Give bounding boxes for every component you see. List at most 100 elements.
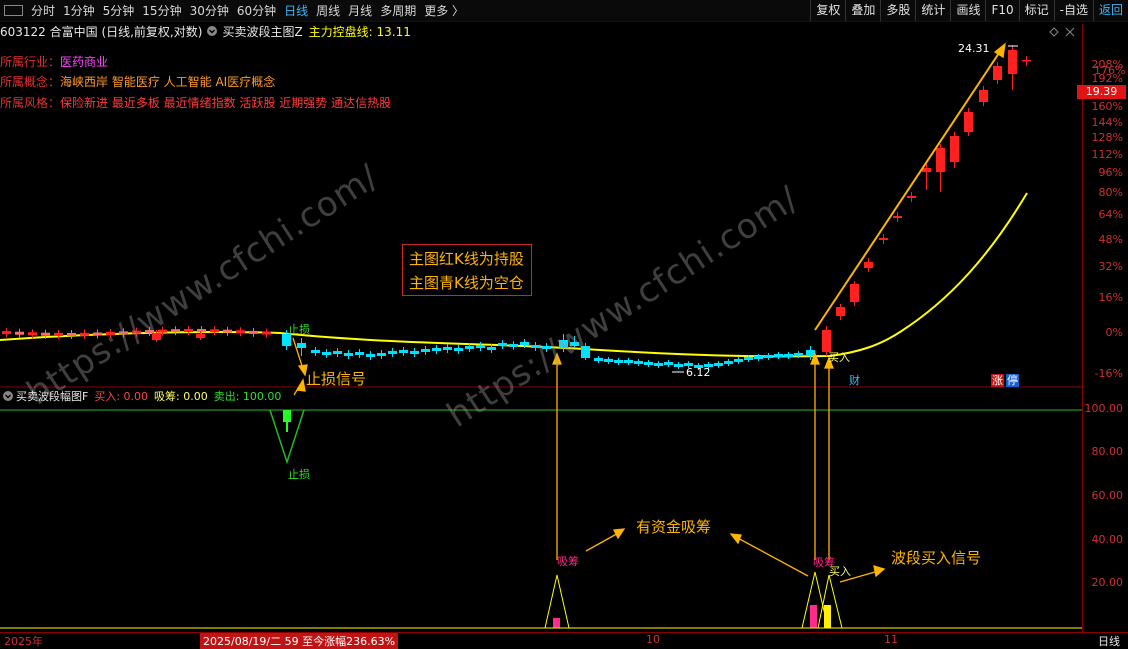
candle-30[interactable] xyxy=(366,354,375,357)
sub-tick-80: 80.00 xyxy=(1091,445,1124,458)
candle-70[interactable] xyxy=(794,353,803,356)
candle-51[interactable] xyxy=(604,359,613,362)
candle-33[interactable] xyxy=(399,350,408,353)
candle-41[interactable] xyxy=(487,347,496,350)
candle-27[interactable] xyxy=(333,351,342,354)
candle-75[interactable] xyxy=(864,262,873,268)
candle-34[interactable] xyxy=(410,351,419,354)
candle-3[interactable] xyxy=(41,332,50,336)
halt-badge[interactable]: 停 xyxy=(1006,374,1019,387)
date-axis: 2025年 2025/08/19/二 59 至今涨幅236.63% 10 11 … xyxy=(0,632,1128,649)
candle-67[interactable] xyxy=(764,355,773,358)
tick-48: 48% xyxy=(1098,233,1123,246)
candle-2[interactable] xyxy=(28,332,37,336)
capital-absorb-annotation: 有资金吸筹 xyxy=(636,518,712,536)
candle-78[interactable] xyxy=(907,196,916,198)
absorb-label-1: 吸筹 xyxy=(557,555,579,568)
candle-31[interactable] xyxy=(377,353,386,356)
candle-15[interactable] xyxy=(197,329,206,333)
candle-28[interactable] xyxy=(344,353,353,356)
buy-signal-annotation: 波段买入信号 xyxy=(891,549,982,567)
tick-160: 160% xyxy=(1091,100,1123,113)
buy-label-sub: 买入 xyxy=(829,565,851,578)
candle-14[interactable] xyxy=(184,329,193,333)
candle-16[interactable] xyxy=(210,329,219,333)
candle-56[interactable] xyxy=(654,363,663,366)
stop-label-main: 止损 xyxy=(288,323,310,336)
candle-76[interactable] xyxy=(879,238,888,240)
candle-55[interactable] xyxy=(644,362,653,365)
candle-65[interactable] xyxy=(744,357,753,360)
candle-42[interactable] xyxy=(498,343,507,346)
candle-86[interactable] xyxy=(1022,60,1031,62)
candle-36[interactable] xyxy=(432,348,441,351)
candle-52[interactable] xyxy=(614,360,623,363)
candle-57[interactable] xyxy=(664,362,673,365)
candle-0[interactable] xyxy=(2,331,11,335)
candle-64[interactable] xyxy=(734,359,743,362)
candle-58[interactable] xyxy=(674,364,683,367)
candle-54[interactable] xyxy=(634,361,643,364)
tick-64: 64% xyxy=(1098,208,1123,221)
candle-82[interactable] xyxy=(964,112,973,132)
candle-18[interactable] xyxy=(236,330,245,334)
settings-circle-icon[interactable] xyxy=(2,390,14,402)
month-11-label: 11 xyxy=(884,633,898,646)
limit-up-badge[interactable]: 涨 xyxy=(991,374,1004,387)
candle-4[interactable] xyxy=(54,332,63,336)
legend-note-box: 主图红K线为持股 主图青K线为空仓 xyxy=(402,244,532,296)
candle-29[interactable] xyxy=(355,352,364,355)
candle-19[interactable] xyxy=(249,330,258,334)
candle-13[interactable] xyxy=(171,329,180,333)
sub-indicator-name[interactable]: 买卖波段幅图F xyxy=(16,388,88,404)
candle-40[interactable] xyxy=(476,345,485,348)
candle-81[interactable] xyxy=(950,136,959,162)
candle-17[interactable] xyxy=(223,329,232,333)
candle-77[interactable] xyxy=(893,216,902,218)
candle-74[interactable] xyxy=(850,284,859,302)
note-line-red: 主图红K线为持股 xyxy=(409,250,524,268)
note-line-cyan: 主图青K线为空仓 xyxy=(409,274,524,292)
tick-112: 112% xyxy=(1091,148,1123,161)
candle-68[interactable] xyxy=(774,354,783,357)
tick-minus16: -16% xyxy=(1094,367,1123,380)
candle-20[interactable] xyxy=(262,331,271,335)
candle-5[interactable] xyxy=(67,332,76,336)
candle-39[interactable] xyxy=(465,346,474,349)
sub-absorb-value: 吸筹: 0.00 xyxy=(154,390,208,403)
candle-83[interactable] xyxy=(979,90,988,102)
low-price-label: 6.12 xyxy=(686,366,711,379)
sub-tick-100: 100.00 xyxy=(1084,402,1124,415)
candle-43[interactable] xyxy=(509,344,518,347)
candle-35[interactable] xyxy=(421,349,430,352)
candle-53[interactable] xyxy=(624,360,633,363)
sub-tick-60: 60.00 xyxy=(1091,489,1124,502)
candle-24[interactable] xyxy=(297,343,306,348)
candle-63[interactable] xyxy=(724,361,733,364)
candle-85[interactable] xyxy=(1008,50,1017,74)
sub-buy-value: 买入: 0.00 xyxy=(94,390,149,403)
candle-1[interactable] xyxy=(15,331,24,335)
sub-indicator-title: 买卖波段幅图F 买入: 0.00 吸筹: 0.00 卖出: 100.00 xyxy=(0,388,281,404)
candle-66[interactable] xyxy=(754,356,763,359)
candle-37[interactable] xyxy=(443,347,452,350)
tick-16: 16% xyxy=(1098,291,1123,304)
stop-label-sub: 止损 xyxy=(288,468,310,481)
candle-73[interactable] xyxy=(836,307,845,316)
tick-144: 144% xyxy=(1091,116,1123,129)
absorb-bar-1 xyxy=(553,618,560,628)
candle-50[interactable] xyxy=(594,358,603,361)
candle-84[interactable] xyxy=(993,66,1002,80)
candle-25[interactable] xyxy=(311,350,320,353)
candle-38[interactable] xyxy=(454,348,463,351)
candle-69[interactable] xyxy=(784,354,793,357)
candle-22[interactable] xyxy=(196,334,205,338)
candle-80[interactable] xyxy=(936,148,945,172)
candle-32[interactable] xyxy=(388,351,397,354)
candle-26[interactable] xyxy=(322,352,331,355)
candle-62[interactable] xyxy=(714,363,723,366)
finance-badge[interactable]: 财 xyxy=(848,374,861,387)
tick-176: 176% xyxy=(1094,64,1126,77)
candle-71[interactable] xyxy=(806,350,815,356)
tick-32: 32% xyxy=(1098,260,1123,273)
